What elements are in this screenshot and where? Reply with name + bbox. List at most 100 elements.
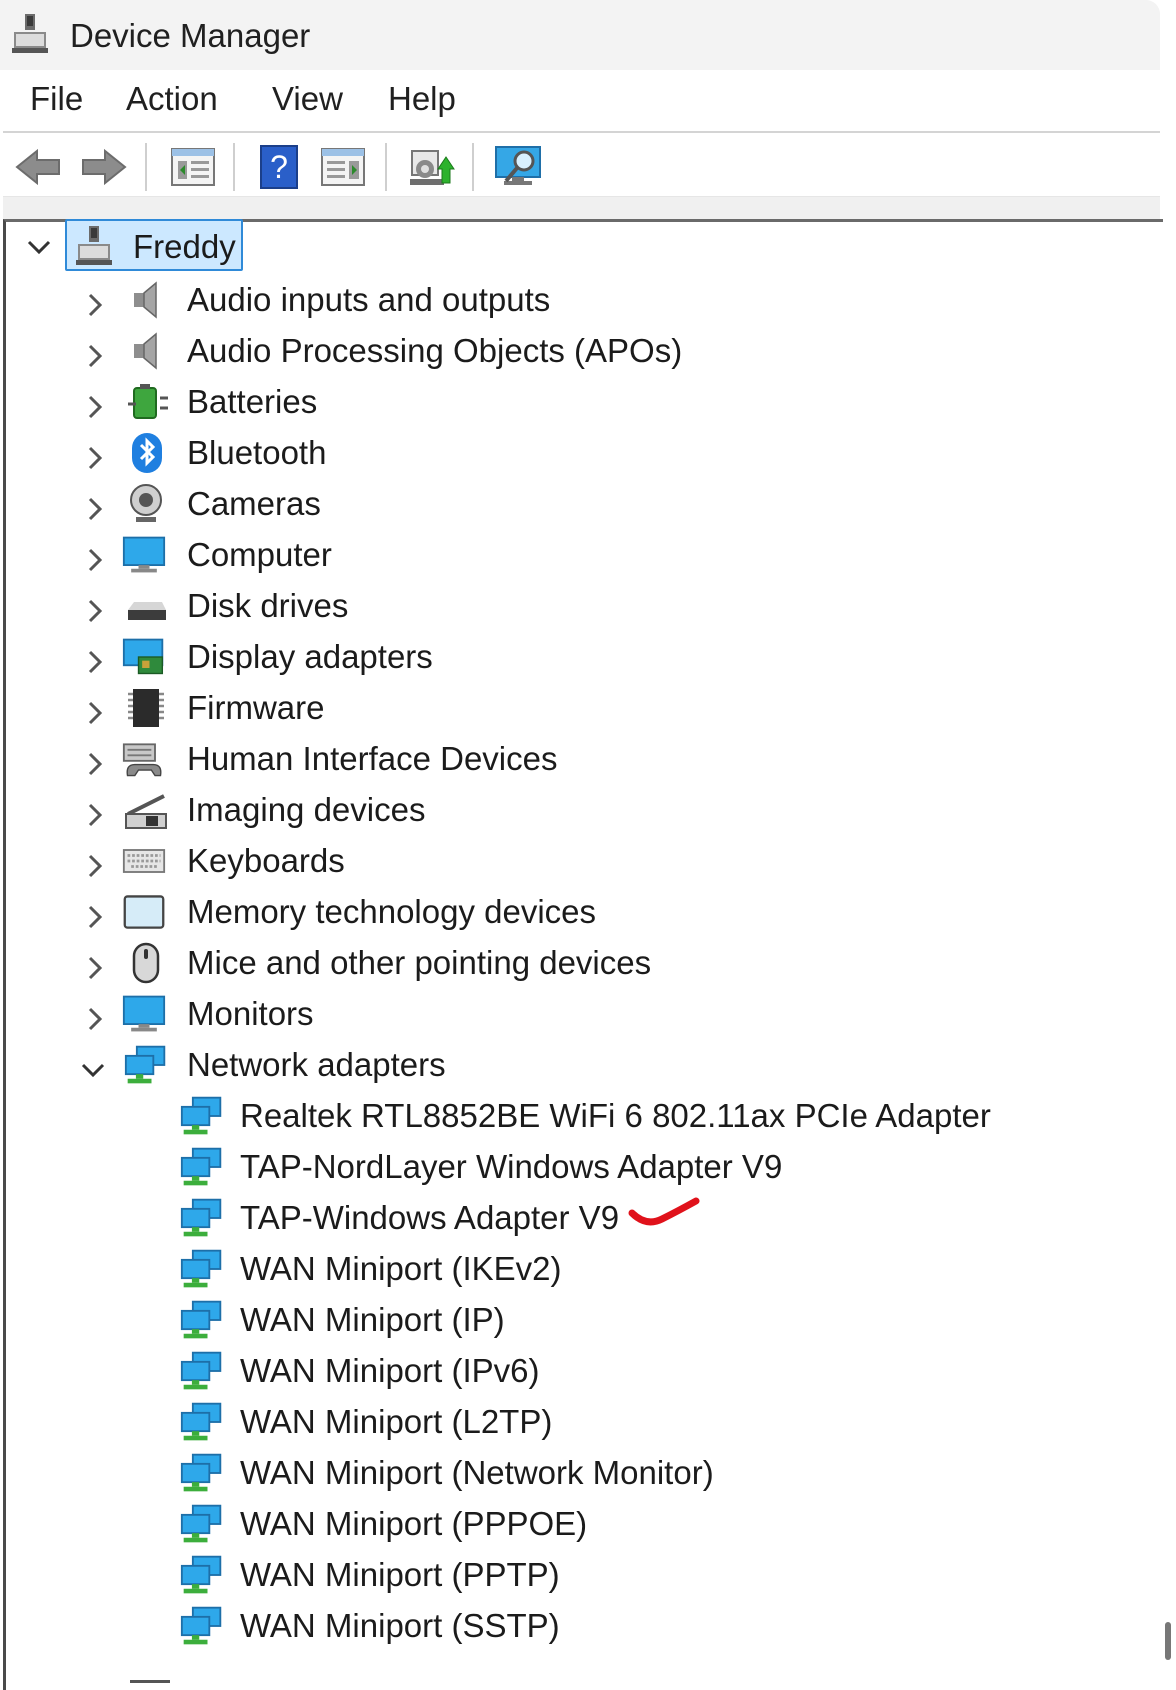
chevron-right-icon[interactable] [80, 443, 110, 473]
chevron-down-icon[interactable] [78, 1055, 108, 1085]
chevron-right-icon[interactable] [80, 800, 110, 830]
update-driver-button[interactable] [404, 145, 460, 189]
help-icon: ? [260, 145, 298, 189]
category-label: Audio Processing Objects (APOs) [187, 332, 683, 369]
adapter-label: WAN Miniport (IKEv2) [240, 1250, 562, 1287]
monitor-icon [122, 995, 166, 1032]
category-label: Batteries [187, 383, 318, 420]
scrollbar-thumb[interactable] [1165, 1622, 1171, 1660]
category-label: Display adapters [187, 638, 433, 675]
network-adapter-icon [180, 1453, 222, 1492]
camera-icon [130, 484, 162, 522]
category-label: Audio inputs and outputs [187, 281, 551, 318]
adapter-label: WAN Miniport (PPPOE) [240, 1505, 588, 1542]
network-adapter-icon [180, 1504, 222, 1543]
category-label: Keyboards [187, 842, 345, 879]
category-label: Imaging devices [187, 791, 426, 828]
adapter-label: Realtek RTL8852BE WiFi 6 802.11ax PCIe A… [240, 1097, 991, 1134]
chevron-right-icon[interactable] [80, 902, 110, 932]
memory-card-icon [123, 895, 165, 929]
scan-hardware-button[interactable] [492, 145, 548, 189]
menu-view[interactable]: View [272, 80, 343, 118]
chevron-right-icon[interactable] [80, 596, 110, 626]
speaker-icon [134, 332, 157, 370]
next-row-partial [130, 1680, 170, 1683]
chevron-right-icon[interactable] [80, 392, 110, 422]
scan-hardware-icon [495, 146, 541, 185]
svg-text:?: ? [270, 149, 288, 185]
battery-icon [128, 384, 168, 419]
speaker-icon [134, 281, 157, 319]
mouse-icon [132, 942, 160, 984]
network-adapter-icon [180, 1606, 222, 1645]
computer-root-icon [76, 226, 112, 265]
window-title: Device Manager [70, 17, 311, 54]
monitor-icon [122, 536, 166, 573]
category-label: Monitors [187, 995, 314, 1032]
category-label: Network adapters [187, 1046, 446, 1083]
network-adapter-icon [180, 1555, 222, 1594]
menu-help[interactable]: Help [388, 80, 456, 118]
chevron-right-icon[interactable] [80, 341, 110, 371]
display-adapter-icon [122, 638, 164, 675]
network-adapter-icon [180, 1198, 222, 1237]
chevron-right-icon[interactable] [80, 953, 110, 983]
category-label: Memory technology devices [187, 893, 597, 930]
chevron-right-icon[interactable] [80, 647, 110, 677]
adapter-label: WAN Miniport (Network Monitor) [240, 1454, 714, 1491]
forward-icon [82, 148, 127, 186]
tree-root-label[interactable]: Freddy [133, 228, 236, 266]
toolbar: ? [0, 133, 1160, 195]
category-label: Bluetooth [187, 434, 327, 471]
properties-icon [171, 148, 215, 186]
help-button[interactable]: ? [256, 145, 302, 189]
category-label: Firmware [187, 689, 325, 726]
action-pane-button[interactable] [318, 145, 368, 189]
adapter-label: TAP-NordLayer Windows Adapter V9 [240, 1148, 783, 1185]
update-driver-icon [410, 150, 455, 185]
chevron-right-icon[interactable] [80, 698, 110, 728]
toolbar-separator [385, 143, 387, 191]
toolbar-separator [472, 143, 474, 191]
properties-button[interactable] [168, 145, 218, 189]
menu-action[interactable]: Action [126, 80, 218, 118]
title-bar: Device Manager [0, 0, 1160, 70]
toolbar-bottom-edge [3, 196, 1160, 221]
bluetooth-icon [132, 433, 162, 473]
adapter-label: WAN Miniport (IP) [240, 1301, 505, 1338]
chevron-right-icon[interactable] [80, 851, 110, 881]
red-checkmark-annotation [628, 1197, 700, 1226]
action-pane-icon [321, 148, 365, 186]
toolbar-separator [233, 143, 235, 191]
disk-drive-icon [128, 602, 166, 620]
category-label: Human Interface Devices [187, 740, 558, 777]
adapter-label: WAN Miniport (SSTP) [240, 1607, 560, 1644]
back-button[interactable] [14, 145, 64, 189]
network-adapter-icon [180, 1147, 222, 1186]
back-icon [15, 148, 60, 186]
adapter-label: WAN Miniport (IPv6) [240, 1352, 540, 1389]
network-adapter-icon [180, 1096, 222, 1135]
category-label: Cameras [187, 485, 321, 522]
forward-button[interactable] [78, 145, 128, 189]
adapter-label: TAP-Windows Adapter V9 [240, 1199, 620, 1236]
network-adapter-icon [124, 1045, 166, 1084]
chevron-right-icon[interactable] [80, 290, 110, 320]
chevron-right-icon[interactable] [80, 494, 110, 524]
chevron-right-icon[interactable] [80, 749, 110, 779]
category-label: Computer [187, 536, 332, 573]
network-adapter-icon [180, 1351, 222, 1390]
chevron-right-icon[interactable] [80, 545, 110, 575]
adapter-label: WAN Miniport (L2TP) [240, 1403, 553, 1440]
hid-icon [122, 743, 162, 777]
keyboard-icon [122, 849, 166, 873]
toolbar-separator [145, 143, 147, 191]
adapter-label: WAN Miniport (PPTP) [240, 1556, 560, 1593]
network-adapter-icon [180, 1249, 222, 1288]
chevron-down-icon[interactable] [24, 232, 54, 262]
menu-file[interactable]: File [30, 80, 83, 118]
chevron-right-icon[interactable] [80, 1004, 110, 1034]
chip-icon [128, 689, 164, 727]
network-adapter-icon [180, 1300, 222, 1339]
scanner-icon [125, 794, 167, 829]
